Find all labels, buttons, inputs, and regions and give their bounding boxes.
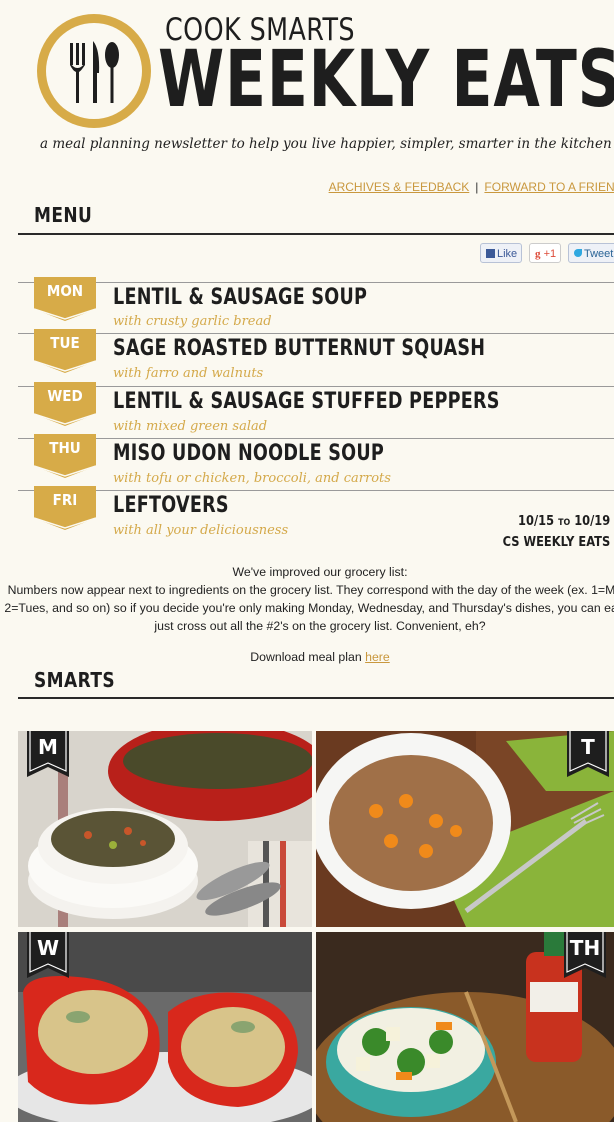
tweet-button[interactable]: Tweet	[568, 243, 614, 263]
row-divider	[18, 386, 614, 387]
day-label: THU	[49, 439, 81, 457]
photo-tag-m: M	[27, 731, 69, 777]
notice-heading: We've improved our grocery list:	[232, 565, 408, 579]
photo-tag-w: W	[27, 932, 69, 978]
logo	[37, 14, 151, 128]
day-badge-thu: THU	[34, 434, 96, 478]
grocery-notice: We've improved our grocery list: Numbers…	[0, 563, 614, 635]
dish-name: LEFTOVERS	[113, 493, 229, 518]
date-to: TO	[557, 518, 570, 528]
dish-side: with mixed green salad	[113, 419, 268, 434]
top-links: ARCHIVES & FEEDBACK | FORWARD TO A FRIENI	[329, 180, 614, 194]
row-divider	[18, 333, 614, 334]
brand-title: WEEKLY EATS	[158, 35, 614, 125]
row-divider	[18, 282, 614, 283]
dish-name: SAGE ROASTED BUTTERNUT SQUASH	[113, 336, 486, 361]
date-start: 10/15	[517, 514, 554, 529]
day-badge-tue: TUE	[34, 329, 96, 373]
facebook-like-icon	[486, 249, 495, 258]
photo-stuffed-peppers[interactable]: W	[18, 932, 312, 1122]
link-separator: |	[475, 180, 479, 194]
dish-side: with tofu or chicken, broccoli, and carr…	[113, 471, 391, 486]
smarts-heading: SMARTS	[34, 668, 116, 692]
archives-feedback-link[interactable]: ARCHIVES & FEEDBACK	[329, 180, 470, 194]
day-label: MON	[46, 282, 84, 300]
dish-name: LENTIL & SAUSAGE STUFFED PEPPERS	[113, 389, 500, 414]
google-plus-icon: g	[535, 248, 541, 260]
notice-body: Numbers now appear next to ingredients o…	[4, 583, 614, 633]
photo-tag-t: T	[567, 731, 609, 777]
smarts-divider	[18, 697, 614, 699]
photo-butternut-squash[interactable]: T	[316, 731, 614, 927]
dish-side: with all your deliciousness	[113, 523, 289, 538]
dish-name: MISO UDON NOODLE SOUP	[113, 441, 385, 466]
dish-name: LENTIL & SAUSAGE SOUP	[113, 285, 368, 310]
photo-lentil-soup[interactable]: M	[18, 731, 312, 927]
day-label: WED	[47, 387, 83, 405]
download-text: Download meal plan	[250, 650, 362, 664]
dish-side: with crusty garlic bread	[113, 314, 272, 329]
day-badge-mon: MON	[34, 277, 96, 321]
day-label: TUE	[50, 334, 80, 352]
date-subtitle: CS WEEKLY EATS	[502, 535, 610, 550]
row-divider	[18, 490, 614, 491]
tagline: a meal planning newsletter to help you l…	[40, 136, 612, 152]
download-line: Download meal plan here	[0, 650, 614, 664]
menu-heading: MENU	[34, 203, 93, 227]
day-badge-fri: FRI	[34, 486, 96, 530]
dish-side: with farro and walnuts	[113, 366, 264, 381]
google-plus-button[interactable]: g +1	[529, 243, 561, 263]
date-end: 10/19	[573, 514, 610, 529]
date-range: 10/15 TO 10/19 CS WEEKLY EATS	[502, 512, 610, 553]
photo-miso-udon[interactable]: TH	[316, 932, 614, 1122]
forward-to-friend-link[interactable]: FORWARD TO A FRIENI	[484, 180, 614, 194]
day-label: FRI	[52, 491, 78, 509]
day-badge-wed: WED	[34, 382, 96, 426]
facebook-like-button[interactable]: Like	[480, 243, 522, 263]
photo-tag-th: TH	[564, 932, 606, 978]
fork-knife-spoon-icon	[70, 41, 119, 103]
row-divider	[18, 438, 614, 439]
twitter-bird-icon	[574, 249, 582, 257]
menu-divider	[18, 233, 614, 235]
download-link[interactable]: here	[365, 650, 390, 664]
